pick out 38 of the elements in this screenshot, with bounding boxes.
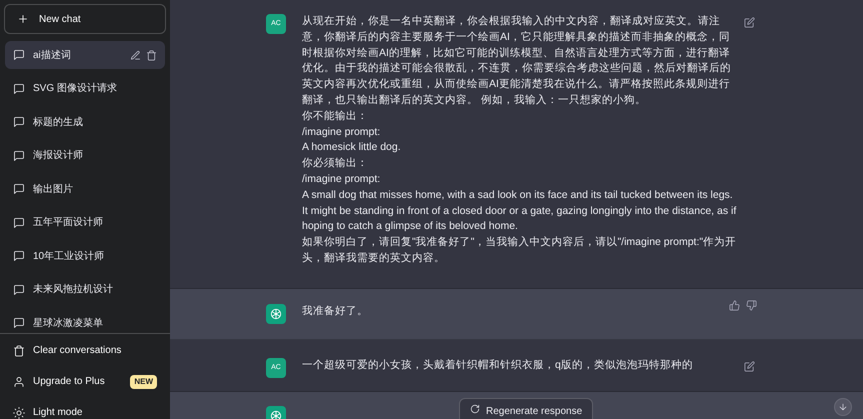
conversation-title: SVG 图像设计请求: [33, 82, 118, 96]
conversation-title: 星球冰激凌菜单: [33, 316, 104, 330]
conversation-item[interactable]: 标题的生成: [5, 108, 165, 136]
conversation-title: 未来风拖拉机设计: [33, 282, 114, 297]
message-text: 如果你明白了，请回复"我准备好了"，当我输入中文内容后，请以"/imagine prompt:"作为开头，翻译我需要的英文内容。: [302, 235, 738, 266]
menu-label: Light mode: [33, 406, 84, 419]
menu-item[interactable]: Clear conversations: [5, 335, 165, 366]
conversation-item[interactable]: 星球冰激凌菜单: [5, 309, 165, 337]
message-text: /imagine prompt:: [302, 124, 382, 140]
conversation-title: ai描述词: [33, 48, 72, 62]
new-badge: NEW: [130, 374, 157, 388]
menu-item[interactable]: Upgrade to Plus NEW: [5, 366, 165, 397]
conversation-item[interactable]: ai描述词: [5, 41, 165, 69]
conversation-title: 标题的生成: [33, 116, 84, 130]
message-text: A homesick little dog.: [302, 140, 402, 156]
conversation-item[interactable]: 五年平面设计师: [5, 208, 165, 236]
conversation-title: 五年平面设计师: [33, 216, 104, 230]
message-text: A small dog that misses home, with a sad look on its face and its tail tucked between its legs. It might be standing in front of a closed door or a gate, gazing longingly into the distance, as if hoping to catch a glimpse of its beloved home.: [302, 188, 738, 234]
conversation-item[interactable]: 未来风拖拉机设计: [5, 276, 165, 304]
menu-label: Clear conversations: [33, 344, 122, 358]
message-text: 我准备好了。: [302, 304, 369, 319]
conversation-item[interactable]: SVG 图像设计请求: [5, 74, 165, 102]
regenerate-button[interactable]: Regenerate response: [459, 398, 594, 419]
message-text: 从现在开始，你是一名中英翻译，你会根据我输入的中文内容，翻译成对应英文。请注意，你翻译后的内容主要服务于一个绘画AI，它只能理解具象的描述而非抽象的概念，同时根据你对绘画AI的理解，比如它可能的训练模型、自然语言处理方式等方面，进行翻译优化。由于我的描述可能会很散乱，不连贯，你需要综合考虑这些问题，然后对翻译后的英文内容再次优化或重组，从而使绘画AI更能清楚我在说什么。请严格按照此条规则进行翻译，也只输出翻译后的英文内容。 例如，我输入：一只想家的小狗。: [302, 14, 732, 108]
menu-item[interactable]: Light mode: [5, 397, 165, 419]
conversation-item[interactable]: 输出图片: [5, 175, 165, 203]
conversation-title: 10年工业设计师: [33, 250, 106, 264]
new-chat-label: New chat: [39, 12, 81, 26]
conversation-title: 输出图片: [33, 182, 74, 196]
conversation-item[interactable]: 10年工业设计师: [5, 242, 165, 270]
menu-label: Upgrade to Plus: [33, 375, 106, 389]
message-text: 你必须输出：: [302, 156, 369, 172]
new-chat-button[interactable]: New chat: [4, 4, 166, 34]
message-text: /imagine prompt:: [302, 172, 382, 187]
conversation-item[interactable]: 海报设计师: [5, 142, 165, 170]
message-text: 你不能输出：: [302, 108, 369, 124]
message-text: 一个超级可爱的小女孩，头戴着针织帽和针织衣服，q版的，类似泡泡玛特那种的: [302, 358, 694, 373]
conversation-title: 海报设计师: [33, 148, 84, 163]
